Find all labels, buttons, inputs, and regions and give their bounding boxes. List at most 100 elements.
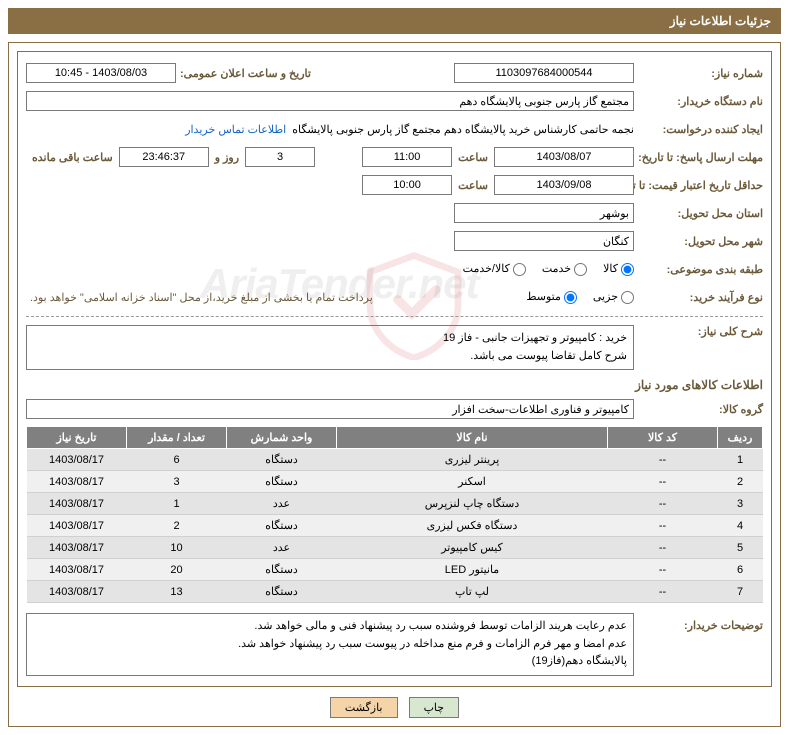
cell-qty: 3 [127,471,227,493]
cell-code: -- [608,449,718,471]
label-buyer-org: نام دستگاه خریدار: [638,95,763,108]
cell-name: مانیتور LED [337,559,608,581]
cell-date: 1403/08/17 [27,559,127,581]
field-reply-time: 11:00 [362,147,452,167]
cell-code: -- [608,559,718,581]
label-hour-1: ساعت [458,151,488,164]
table-row: 5--کیس کامپیوترعدد101403/08/17 [27,537,763,559]
th-row: ردیف [718,427,763,449]
label-city: شهر محل تحویل: [638,235,763,248]
items-section-title: اطلاعات کالاهای مورد نیاز [26,378,763,392]
cell-code: -- [608,515,718,537]
field-buyer-org: مجتمع گاز پارس جنوبی پالایشگاه دهم [26,91,634,111]
cell-name: دستگاه چاپ لنزپرس [337,493,608,515]
table-row: 3--دستگاه چاپ لنزپرسعدد11403/08/17 [27,493,763,515]
payment-note: پرداخت تمام یا بخشی از مبلغ خرید،از محل … [30,291,373,304]
cell-name: پرینتر لیزری [337,449,608,471]
table-row: 2--اسکنردستگاه31403/08/17 [27,471,763,493]
cell-date: 1403/08/17 [27,537,127,559]
subject-class-group: کالا خدمت کالا/خدمت [451,262,634,276]
cell-name: اسکنر [337,471,608,493]
label-price-validity: حداقل تاریخ اعتبار قیمت: تا تاریخ: [638,179,763,192]
label-announce: تاریخ و ساعت اعلان عمومی: [180,67,311,80]
cell-date: 1403/08/17 [27,515,127,537]
cell-qty: 20 [127,559,227,581]
cell-date: 1403/08/17 [27,471,127,493]
cell-code: -- [608,537,718,559]
field-remain-days: 3 [245,147,315,167]
label-buy-process: نوع فرآیند خرید: [638,291,763,304]
cell-code: -- [608,581,718,603]
th-qty: تعداد / مقدار [127,427,227,449]
radio-goods-service[interactable]: کالا/خدمت [463,262,526,276]
buyer-contact-link[interactable]: اطلاعات تماس خریدار [185,123,286,136]
back-button[interactable]: بازگشت [330,697,398,718]
remarks-line3: پالایشگاه دهم(فاز19) [33,653,627,671]
field-remain-time: 23:46:37 [119,147,209,167]
table-row: 1--پرینتر لیزریدستگاه61403/08/17 [27,449,763,471]
cell-unit: دستگاه [227,515,337,537]
cell-row: 2 [718,471,763,493]
cell-unit: عدد [227,493,337,515]
field-goods-group: کامپیوتر و فناوری اطلاعات-سخت افزار [26,399,634,419]
label-buyer-remarks: توضیحات خریدار: [638,613,763,632]
table-row: 7--لپ تاپدستگاه131403/08/17 [27,581,763,603]
label-overall-need: شرح کلی نیاز: [638,325,763,338]
cell-name: لپ تاپ [337,581,608,603]
overall-need-box: خرید : کامپیوتر و تجهیزات جانبی - فاز 19… [26,325,634,370]
field-announce: 1403/08/03 - 10:45 [26,63,176,83]
page-title: جزئیات اطلاعات نیاز [8,8,781,34]
cell-name: دستگاه فکس لیزری [337,515,608,537]
cell-unit: دستگاه [227,581,337,603]
field-price-time: 10:00 [362,175,452,195]
field-price-date: 1403/09/08 [494,175,634,195]
items-table: ردیف کد کالا نام کالا واحد شمارش تعداد /… [26,426,763,603]
content-frame: شماره نیاز: 1103097684000544 تاریخ و ساع… [8,42,781,727]
cell-qty: 10 [127,537,227,559]
th-unit: واحد شمارش [227,427,337,449]
cell-row: 4 [718,515,763,537]
cell-unit: دستگاه [227,471,337,493]
table-row: 6--مانیتور LEDدستگاه201403/08/17 [27,559,763,581]
field-reply-date: 1403/08/07 [494,147,634,167]
th-date: تاریخ نیاز [27,427,127,449]
cell-row: 7 [718,581,763,603]
label-hour-2: ساعت [458,179,488,192]
cell-row: 6 [718,559,763,581]
radio-medium[interactable]: متوسط [526,290,577,304]
cell-unit: دستگاه [227,559,337,581]
print-button[interactable]: چاپ [409,697,460,718]
cell-date: 1403/08/17 [27,449,127,471]
label-requester: ایجاد کننده درخواست: [638,123,763,136]
cell-unit: دستگاه [227,449,337,471]
radio-service[interactable]: خدمت [542,262,587,276]
cell-qty: 13 [127,581,227,603]
label-need-no: شماره نیاز: [638,67,763,80]
remarks-line1: عدم رعایت هریند الزامات توسط فروشنده سبب… [33,618,627,636]
cell-row: 1 [718,449,763,471]
cell-qty: 1 [127,493,227,515]
overall-need-line2: شرح کامل تقاضا پیوست می باشد. [33,348,627,366]
cell-date: 1403/08/17 [27,581,127,603]
label-subject-class: طبقه بندی موضوعی: [638,263,763,276]
label-province: استان محل تحویل: [638,207,763,220]
buy-process-group: جزیی متوسط [514,290,634,304]
cell-date: 1403/08/17 [27,493,127,515]
cell-code: -- [608,493,718,515]
radio-partial[interactable]: جزیی [593,290,634,304]
field-need-no: 1103097684000544 [454,63,634,83]
button-row: چاپ بازگشت [17,697,772,718]
th-code: کد کالا [608,427,718,449]
divider [26,316,763,317]
field-city: کنگان [454,231,634,251]
remarks-line2: عدم امضا و مهر فرم الزامات و فرم منع مدا… [33,636,627,654]
cell-qty: 6 [127,449,227,471]
cell-row: 5 [718,537,763,559]
radio-goods[interactable]: کالا [603,262,634,276]
field-requester: نجمه حاتمی کارشناس خرید پالایشگاه دهم مج… [292,123,634,136]
cell-name: کیس کامپیوتر [337,537,608,559]
cell-row: 3 [718,493,763,515]
cell-unit: عدد [227,537,337,559]
overall-need-line1: خرید : کامپیوتر و تجهیزات جانبی - فاز 19 [33,330,627,348]
table-row: 4--دستگاه فکس لیزریدستگاه21403/08/17 [27,515,763,537]
